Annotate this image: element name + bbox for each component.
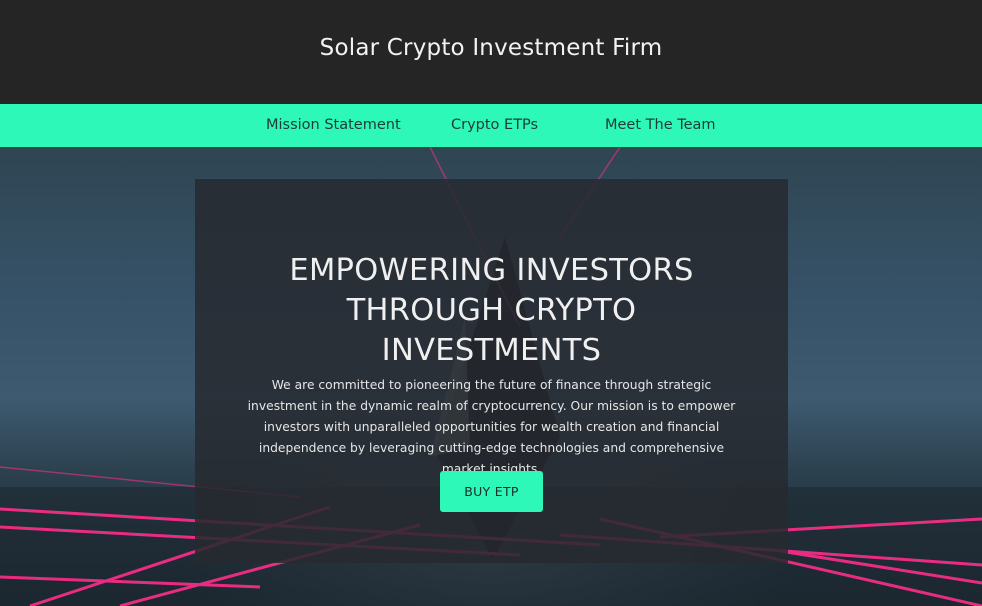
site-title: Solar Crypto Investment Firm	[319, 35, 663, 61]
hero-headline: EMPOWERING INVESTORS THROUGH CRYPTO INVE…	[195, 251, 788, 371]
hero-card: EMPOWERING INVESTORS THROUGH CRYPTO INVE…	[195, 179, 788, 563]
headline-line: THROUGH CRYPTO	[346, 293, 637, 329]
nav-link-mission-statement[interactable]: Mission Statement	[266, 104, 401, 147]
main-nav: Mission Statement Crypto ETPs Meet The T…	[0, 104, 982, 147]
nav-link-meet-the-team[interactable]: Meet The Team	[605, 104, 716, 147]
headline-line: INVESTMENTS	[381, 333, 602, 369]
nav-link-crypto-etps[interactable]: Crypto ETPs	[451, 104, 538, 147]
hero-description: We are committed to pioneering the futur…	[247, 378, 736, 477]
buy-etp-button[interactable]: BUY ETP	[440, 471, 543, 512]
headline-line: EMPOWERING INVESTORS	[289, 253, 694, 289]
site-header: Solar Crypto Investment Firm	[0, 0, 982, 104]
